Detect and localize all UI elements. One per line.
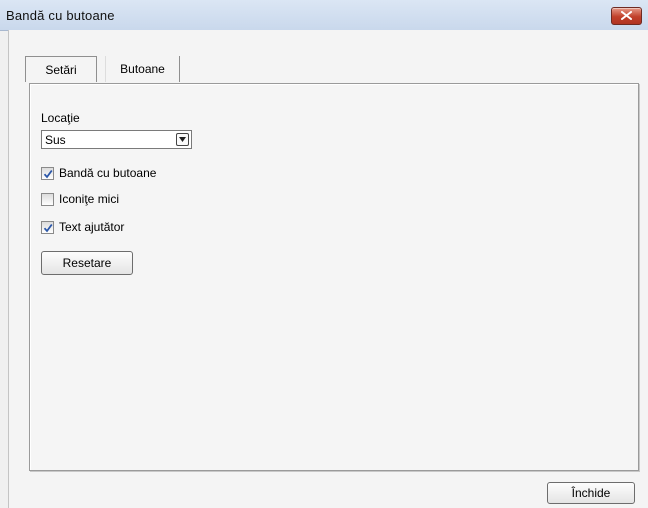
check-icon (43, 223, 53, 233)
checkbox-box[interactable] (41, 167, 54, 180)
checkbox-label: Iconiţe mici (59, 192, 120, 206)
tab-butoane-label: Butoane (120, 62, 165, 76)
tab-butoane[interactable]: Butoane (105, 56, 180, 82)
close-icon (621, 11, 632, 20)
title-bar[interactable]: Bandă cu butoane (0, 0, 648, 31)
reset-button[interactable]: Resetare (41, 251, 133, 275)
location-label: Locaţie (41, 111, 80, 125)
checkbox-box[interactable] (41, 193, 54, 206)
dropdown-button[interactable] (176, 133, 189, 146)
tab-setari-label: Setări (45, 63, 77, 77)
checkbox-label: Text ajutător (59, 220, 125, 234)
close-button[interactable]: Închide (547, 482, 635, 504)
checkbox-label: Bandă cu butoane (59, 166, 157, 180)
window-title: Bandă cu butoane (6, 8, 115, 23)
tab-setari[interactable]: Setări (25, 56, 97, 82)
close-window-button[interactable] (611, 7, 642, 25)
checkbox-box[interactable] (41, 221, 54, 234)
chevron-down-icon (179, 137, 186, 142)
location-dropdown[interactable]: Sus (41, 130, 192, 149)
check-icon (43, 169, 53, 179)
location-value: Sus (45, 133, 66, 147)
